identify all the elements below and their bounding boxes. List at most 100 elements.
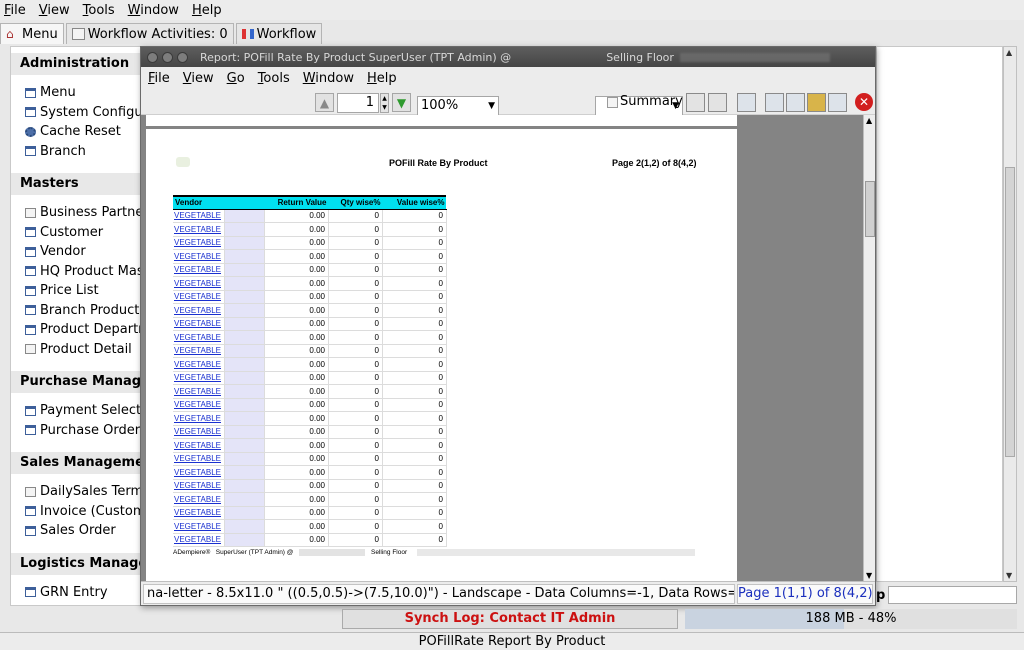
report-menu-item[interactable]: Window — [303, 71, 354, 86]
vendor-link[interactable]: VEGETABLE — [173, 533, 225, 547]
vendor-link[interactable]: VEGETABLE — [173, 398, 225, 412]
vendor-link[interactable]: VEGETABLE — [173, 357, 225, 372]
vendor-link[interactable]: VEGETABLE — [173, 384, 225, 399]
vendor-link[interactable]: VEGETABLE — [173, 479, 225, 493]
tab-workflow-activities[interactable]: Workflow Activities: 0 — [65, 23, 234, 44]
vendor-link[interactable]: VEGETABLE — [173, 425, 225, 439]
menu-tree-item[interactable]: Branch Product M — [11, 301, 143, 321]
report-viewer[interactable]: POFill Rate By Product Page 2(1,2) of 8(… — [141, 115, 863, 581]
vendor-link[interactable]: VEGETABLE — [173, 290, 225, 304]
print-icon[interactable] — [737, 93, 756, 112]
vendor-link[interactable]: VEGETABLE — [173, 330, 225, 345]
previous-page-button[interactable]: ▲ — [315, 93, 334, 112]
menu-tree-item[interactable]: Menu — [11, 83, 143, 103]
vendor-link[interactable]: VEGETABLE — [173, 303, 225, 318]
archive-icon[interactable] — [807, 93, 826, 112]
vendor-link[interactable]: VEGETABLE — [173, 371, 225, 385]
scroll-up-arrow-icon[interactable]: ▲ — [866, 116, 872, 125]
report-table: Vendor Return Value Qty wise% Value wise% V… — [173, 195, 447, 547]
menu-section-header[interactable]: Administration — [11, 53, 143, 75]
menu-section-header[interactable]: Logistics Manage — [11, 552, 143, 575]
menu-tree-item[interactable]: Business Partner — [11, 203, 143, 223]
menu-section-header[interactable]: Masters — [11, 173, 143, 195]
menu-tree-item[interactable]: DailySales Term — [11, 482, 143, 502]
report-page-status[interactable]: Page 1(1,1) of 8(4,2) — [737, 584, 873, 604]
menu-tree-item-label: Customer — [40, 224, 104, 240]
window-minimize-icon[interactable] — [162, 51, 173, 63]
menu-section-header[interactable]: Purchase Manage — [11, 371, 143, 393]
find-icon[interactable] — [708, 93, 727, 112]
zoom-select[interactable]: 100% ▼ — [417, 95, 499, 116]
menu-help[interactable]: Help — [192, 3, 222, 18]
scroll-down-arrow-icon[interactable]: ▼ — [866, 571, 872, 580]
report-scroll-thumb[interactable] — [865, 181, 875, 237]
page-spinner[interactable]: ▲ ▼ — [380, 93, 389, 113]
scroll-down-arrow-icon[interactable]: ▼ — [1006, 571, 1012, 580]
vendor-link[interactable]: VEGETABLE — [173, 249, 225, 264]
menu-tree-item[interactable]: GRN Entry — [11, 583, 143, 603]
vendor-link[interactable]: VEGETABLE — [173, 344, 225, 358]
menu-tree-item[interactable]: Purchase Order — [11, 421, 143, 441]
menu-tree-item[interactable]: Product Detail — [11, 340, 143, 360]
table-cell: 0 — [328, 398, 383, 412]
report-menu-item[interactable]: Go — [227, 71, 245, 86]
menu-tools[interactable]: Tools — [83, 3, 115, 18]
memory-status[interactable]: 188 MB - 48% — [685, 609, 1017, 629]
report-menu-item[interactable]: Help — [367, 71, 397, 86]
menu-tree-item[interactable]: Sales Order — [11, 521, 143, 541]
vendor-link[interactable]: VEGETABLE — [173, 452, 225, 466]
sync-log-status[interactable]: Synch Log: Contact IT Admin — [342, 609, 678, 629]
vendor-link[interactable]: VEGETABLE — [173, 276, 225, 291]
vendor-link[interactable]: VEGETABLE — [173, 438, 225, 453]
main-vertical-scrollbar[interactable]: ▲ ▼ — [1003, 46, 1017, 582]
menu-tree-item[interactable]: Payment Selecti — [11, 401, 143, 421]
vendor-link[interactable]: VEGETABLE — [173, 209, 225, 223]
tab-menu[interactable]: ⌂ Menu — [0, 23, 64, 44]
vendor-link[interactable]: VEGETABLE — [173, 411, 225, 426]
menu-view[interactable]: View — [39, 3, 70, 18]
tab-workflow[interactable]: Workflow — [235, 23, 323, 44]
vendor-link[interactable]: VEGETABLE — [173, 519, 225, 534]
menu-tree-item[interactable]: Price List — [11, 281, 143, 301]
report-menu-item[interactable]: File — [148, 71, 170, 86]
vendor-link[interactable]: VEGETABLE — [173, 492, 225, 507]
print-preview-icon[interactable] — [765, 93, 784, 112]
send-email-icon[interactable] — [786, 93, 805, 112]
customize-report-icon[interactable] — [686, 93, 705, 112]
menu-tree-item[interactable]: Branch — [11, 142, 143, 162]
menu-tree-item[interactable]: System Configur — [11, 103, 143, 123]
vendor-link[interactable]: VEGETABLE — [173, 506, 225, 520]
report-menu-item[interactable]: View — [183, 71, 214, 86]
vendor-link[interactable]: VEGETABLE — [173, 222, 225, 237]
vendor-link[interactable]: VEGETABLE — [173, 317, 225, 331]
summary-checkbox[interactable] — [607, 97, 618, 108]
menu-tree-item[interactable]: Cache Reset — [11, 122, 143, 142]
scroll-up-arrow-icon[interactable]: ▲ — [1006, 48, 1012, 57]
close-report-icon[interactable]: ✕ — [855, 93, 873, 111]
vendor-link[interactable]: VEGETABLE — [173, 465, 225, 480]
menu-tree-item-label: Branch Product M — [40, 302, 144, 318]
vendor-link[interactable]: VEGETABLE — [173, 236, 225, 250]
menu-mnemonic: W — [127, 2, 141, 18]
window-maximize-icon[interactable] — [177, 51, 188, 63]
menu-file[interactable]: File — [4, 3, 26, 18]
report-window-titlebar[interactable]: Report: POFill Rate By Product SuperUser… — [141, 47, 875, 67]
menu-tree-item[interactable]: Product Departm — [11, 320, 143, 340]
report-vertical-scrollbar[interactable]: ▲ ▼ — [863, 115, 875, 581]
page-number-input[interactable]: 1 — [337, 93, 379, 113]
vendor-link[interactable]: VEGETABLE — [173, 263, 225, 277]
menu-window[interactable]: Window — [128, 3, 179, 18]
menu-tree-item[interactable]: Vendor — [11, 242, 143, 262]
next-page-button[interactable]: ▼ — [392, 93, 411, 112]
table-cell: 0.00 — [264, 398, 329, 412]
menu-section-header[interactable]: Sales Manageme — [11, 452, 143, 474]
menu-tree-item[interactable]: Customer — [11, 223, 143, 243]
background-input-field[interactable] — [888, 586, 1017, 604]
window-close-icon[interactable] — [147, 51, 158, 63]
export-icon[interactable] — [828, 93, 847, 112]
menu-tree-item[interactable]: Invoice (Custom — [11, 502, 143, 522]
menu-tree-item[interactable]: HQ Product Mast — [11, 262, 143, 282]
report-menu-item[interactable]: Tools — [258, 71, 290, 86]
main-scroll-thumb[interactable] — [1005, 167, 1015, 457]
table-row: VEGETABLE 0.00 0 0 — [173, 290, 447, 304]
